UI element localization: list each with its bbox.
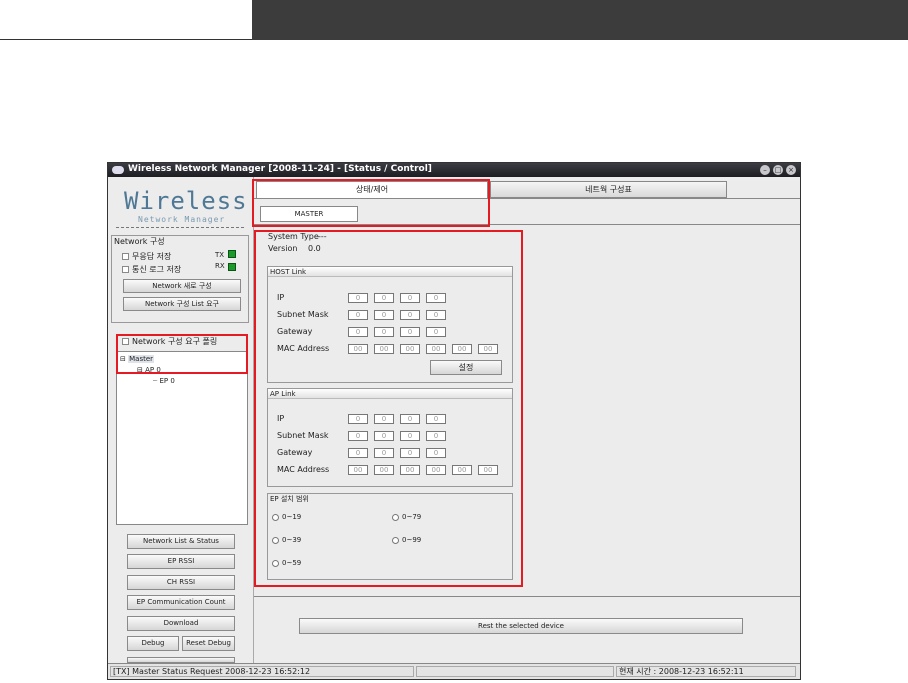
response-save-checkbox[interactable]: 무응답 저장 [122,251,171,262]
status-bar: [TX] Master Status Request 2008-12-23 16… [108,663,800,679]
reset-debug-button[interactable]: Reset Debug [182,636,235,651]
rx-led-icon [228,263,236,271]
title-bar[interactable]: Wireless Network Manager [2008-11-24] - … [108,163,800,177]
highlight-settings-area [254,230,523,587]
checkbox-box[interactable] [122,266,129,273]
logo-subtitle: Network Manager [138,215,226,224]
logo-divider [116,227,244,228]
download-button[interactable]: Download [127,616,235,631]
ep-communication-count-button[interactable]: EP Communication Count [127,595,235,610]
ch-rssi-button[interactable]: CH RSSI [127,575,235,590]
checkbox-label: 통신 로그 저장 [132,265,182,274]
reset-selected-device-button[interactable]: Rest the selected device [299,618,743,634]
tree-node-ep[interactable]: ┈ EP 0 [153,377,175,385]
window-title: Wireless Network Manager [2008-11-24] - … [128,164,432,174]
tx-led-icon [228,250,236,258]
tx-label: TX [215,251,225,259]
debug-button[interactable]: Debug [127,636,179,651]
logo-text: Wireless [124,187,248,215]
highlight-tree-area [116,334,248,374]
minimize-icon[interactable]: – [760,165,770,175]
bottom-separator [254,596,800,597]
maximize-icon[interactable]: □ [773,165,783,175]
status-time: 현재 시간 : 2008-12-23 16:52:11 [616,666,796,677]
status-middle [416,666,614,677]
close-icon[interactable]: × [786,165,796,175]
ep-rssi-button[interactable]: EP RSSI [127,554,235,569]
request-network-list-button[interactable]: Network 구성 List 요구 [123,297,241,311]
new-network-button[interactable]: Network 새로 구성 [123,279,241,293]
network-list-status-button[interactable]: Network List & Status [127,534,235,549]
comm-log-checkbox[interactable]: 통신 로그 저장 [122,264,181,275]
window-controls: – □ × [760,165,796,175]
left-panel: Wireless Network Manager Network 구성 무응답 … [108,177,253,663]
status-message: [TX] Master Status Request 2008-12-23 16… [110,666,414,677]
tree-connector-icon: ┈ [153,377,158,385]
tab-network-table[interactable]: 네트웍 구성표 [490,181,727,198]
checkbox-label: 무응답 저장 [132,252,172,261]
network-tree[interactable]: ⊟ Master ⊟ AP 0 ┈ EP 0 [116,351,248,525]
document-header-line [0,39,252,40]
rx-label: RX [215,262,225,270]
app-icon [112,166,124,174]
checkbox-box[interactable] [122,253,129,260]
highlight-tab-area [252,179,490,227]
document-header-bar [252,0,908,40]
network-config-group: Network 구성 무응답 저장 TX 통신 로그 저장 RX Network… [111,235,249,323]
network-group-title: Network 구성 [114,237,165,246]
tree-node-label: EP 0 [159,377,175,385]
